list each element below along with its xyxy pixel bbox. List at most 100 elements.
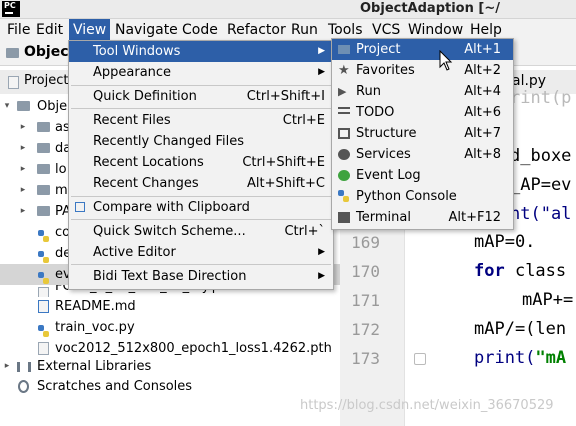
menu-item-recent-changes[interactable]: Recent Changes Alt+Shift+C [69,173,333,194]
code-line: mAP=0. [474,232,536,252]
editor-tab[interactable]: al.py [512,73,546,89]
menu-separator [71,108,331,109]
folder-icon [37,185,50,195]
expand-arrow-icon[interactable]: ▸ [16,138,30,159]
code-line: mAP/=(len [474,319,567,339]
menu-item-label: Recent Changes [93,176,199,191]
tree-row-label: m [55,183,68,198]
watermark: https://blog.csdn.net/weixin_36670529 [300,398,554,413]
menu-run[interactable]: Run [287,19,322,41]
menu-view[interactable]: View [69,19,111,41]
python-console-icon [338,190,350,202]
menu-item-python-console[interactable]: Python Console [332,186,513,207]
line-number: 172 [351,320,380,339]
code-line-partial: _AP=ev [510,175,572,195]
menu-item-services[interactable]: Services Alt+8 [332,144,513,165]
menu-edit[interactable]: Edit [32,19,67,41]
tree-row-external-libraries[interactable]: ▸ External Libraries [0,356,340,377]
code-line-partial: nt("al [510,204,572,224]
python-file-icon [38,251,50,264]
menu-code[interactable]: Code [178,19,222,41]
tree-row-label: Obje [37,99,68,114]
code-line: print("mA [474,348,566,368]
expand-arrow-icon[interactable]: ▸ [0,356,14,377]
line-number: 170 [351,262,380,281]
menu-item-label: Tool Windows [93,44,181,59]
menu-item-label: Recent Files [93,113,171,128]
fold-marker-icon[interactable] [414,353,426,365]
menu-refactor[interactable]: Refactor [223,19,290,41]
expand-arrow-icon[interactable]: ▸ [16,159,30,180]
menu-item-active-editor[interactable]: Active Editor ▶ [69,242,333,263]
menu-file[interactable]: File [3,19,34,41]
event-log-icon [338,170,350,181]
code-line: mAP+= [522,290,574,310]
view-menu: Tool Windows ▶ Appearance ▶ Quick Defini… [68,40,334,290]
folder-icon [37,206,50,216]
menu-item-shortcut: Alt+7 [464,126,501,141]
submenu-arrow-icon: ▶ [318,271,325,281]
menu-item-label: Project [356,42,401,57]
scratches-icon [18,380,29,393]
menu-item-event-log[interactable]: Event Log [332,165,513,186]
menu-item-shortcut: Alt+F12 [448,210,501,225]
code-line-partial: d_boxe [510,146,572,166]
folder-icon [6,48,19,58]
menu-item-recently-changed-files[interactable]: Recently Changed Files [69,131,333,152]
code-line: for class [474,261,566,281]
submenu-arrow-icon: ▶ [318,46,325,56]
menu-item-appearance[interactable]: Appearance ▶ [69,62,333,83]
menu-item-recent-files[interactable]: Recent Files Ctrl+E [69,110,333,131]
menu-item-quick-definition[interactable]: Quick Definition Ctrl+Shift+I [69,86,333,107]
tree-row-label: Scratches and Consoles [37,379,193,394]
folder-icon [37,143,50,153]
menu-item-shortcut: Alt+6 [464,105,501,120]
menu-item-label: Event Log [356,168,421,183]
tree-row-file[interactable]: train_voc.py [0,317,340,338]
folder-icon [17,101,30,111]
submenu-arrow-icon: ▶ [318,247,325,257]
menu-item-run[interactable]: ▶ Run Alt+4 [332,81,513,102]
menu-item-project[interactable]: Project Alt+1 [332,39,513,60]
menu-item-tool-windows[interactable]: Tool Windows ▶ [69,41,333,62]
menu-item-compare-with-clipboard[interactable]: Compare with Clipboard [69,197,333,218]
tree-row-label: External Libraries [37,359,152,374]
menu-item-todo[interactable]: TODO Alt+6 [332,102,513,123]
menu-item-label: Quick Switch Scheme... [93,224,246,239]
submenu-arrow-icon: ▶ [318,67,325,77]
todo-icon [338,107,350,114]
project-panel-title[interactable]: Project [24,73,68,88]
folder-icon [37,122,50,132]
expand-arrow-icon[interactable]: ▾ [0,96,14,117]
menu-item-shortcut: Alt+Shift+C [246,176,325,191]
menu-item-quick-switch-scheme[interactable]: Quick Switch Scheme... Ctrl+` [69,221,333,242]
menu-item-shortcut: Ctrl+E [282,113,325,128]
menu-item-label: Recent Locations [93,155,204,170]
menu-item-label: Bidi Text Base Direction [93,269,247,284]
run-icon: ▶ [338,85,347,98]
expand-arrow-icon[interactable]: ▸ [16,180,30,201]
compare-icon [75,202,85,212]
menu-item-label: Active Editor [93,245,176,260]
python-file-icon [38,230,50,243]
menu-item-label: Favorites [356,63,415,78]
menu-item-terminal[interactable]: Terminal Alt+F12 [332,207,513,228]
breadcrumb-project[interactable]: Objec [24,44,69,60]
menu-item-favorites[interactable]: ★ Favorites Alt+2 [332,60,513,81]
menu-item-label: Appearance [93,65,172,80]
menu-item-label: Structure [356,126,417,141]
project-panel-icon [8,76,19,89]
tree-row-file[interactable]: README.md [0,296,340,317]
expand-arrow-icon[interactable]: ▸ [16,201,30,222]
menu-item-bidi-text-base-direction[interactable]: Bidi Text Base Direction ▶ [69,266,333,287]
menu-navigate[interactable]: Navigate [111,19,182,41]
menu-item-label: Compare with Clipboard [93,200,250,215]
menu-item-recent-locations[interactable]: Recent Locations Ctrl+Shift+E [69,152,333,173]
menu-item-label: Quick Definition [93,89,197,104]
menu-item-shortcut: Ctrl+` [284,224,325,239]
menu-item-structure[interactable]: Structure Alt+7 [332,123,513,144]
tree-row-scratches[interactable]: Scratches and Consoles [0,376,340,397]
python-file-icon [38,325,50,338]
expand-arrow-icon[interactable]: ▸ [16,117,30,138]
menu-item-shortcut: Ctrl+Shift+E [242,155,325,170]
